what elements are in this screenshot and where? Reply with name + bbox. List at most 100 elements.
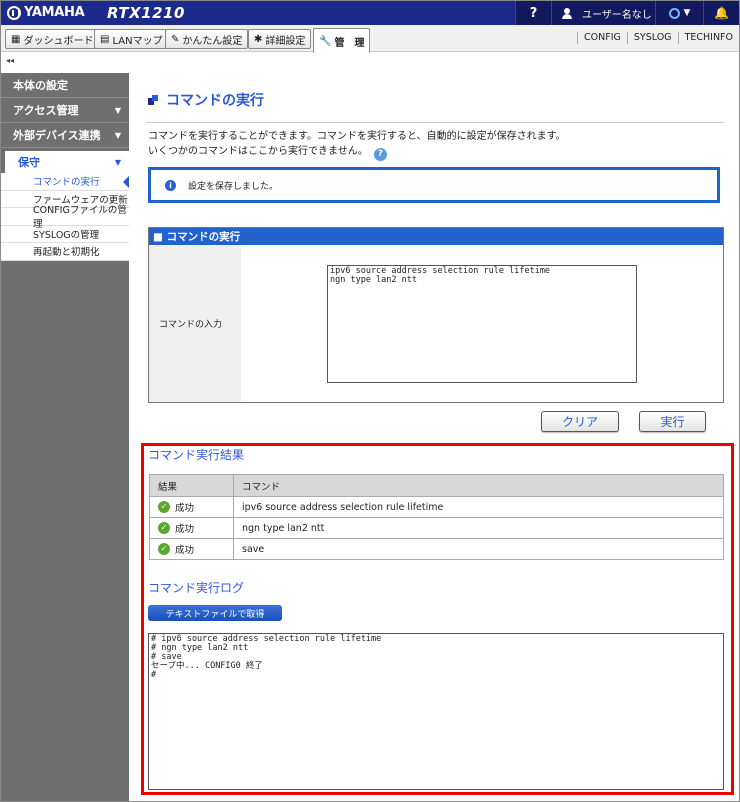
chevron-down-icon: ▼ [114, 158, 121, 167]
sidebar-section-label: アクセス管理 [13, 104, 79, 117]
sidebar-item-syslog[interactable]: SYSLOGの管理 [1, 226, 129, 243]
help-icon: ? [529, 5, 538, 21]
sidebar-item-command-execution[interactable]: コマンドの実行 [1, 173, 129, 191]
result-title: コマンド実行結果 [148, 448, 245, 462]
page-title-text: コマンドの実行 [166, 93, 264, 109]
tab-label: かんたん設定 [182, 35, 243, 47]
wizard-icon: ✎ [171, 33, 180, 45]
table-row: ✓ 成功 ipv6 source address selection rule … [149, 496, 724, 518]
brand-name: YAMAHA [24, 5, 85, 20]
sidebar-item-label: 再起動と初期化 [33, 247, 100, 259]
sidebar-section-external-devices[interactable]: 外部デバイス連携 ▼ [1, 123, 129, 148]
status-text: 成功 [175, 503, 195, 514]
command-panel: ■ コマンドの実行 コマンドの入力 ipv6 source address se… [148, 227, 724, 403]
table-header-row: 結果 コマンド [149, 474, 724, 497]
syslog-link[interactable]: SYSLOG [626, 32, 678, 44]
result-cell: ✓ 成功 [149, 538, 234, 560]
status-badge: ✓ 成功 [158, 500, 194, 514]
wrench-icon: 🔧 [319, 35, 332, 47]
yamaha-logo: YAMAHA [7, 5, 85, 20]
notification-button[interactable]: 🔔 [703, 1, 739, 25]
chevron-down-icon: ▼ [114, 131, 121, 140]
sidebar-section-access[interactable]: アクセス管理 ▼ [1, 98, 129, 123]
save-notice: i 設定を保存しました。 [148, 167, 720, 203]
status-badge: ✓ 成功 [158, 542, 194, 556]
command-input[interactable]: ipv6 source address selection rule lifet… [327, 265, 637, 383]
help-button[interactable]: ? [515, 1, 551, 25]
result-cell: ✓ 成功 [149, 517, 234, 539]
check-icon: ✓ [158, 501, 170, 513]
tab-label: 管 理 [334, 37, 365, 49]
top-right-controls: ? ユーザー名なし ▼ 🔔 [515, 1, 739, 25]
table-row: ✓ 成功 save [149, 538, 724, 560]
sidebar-section-label: 外部デバイス連携 [13, 129, 101, 142]
command-input-label: コマンドの入力 [149, 245, 241, 402]
sidebar-item-config-files[interactable]: CONFIGファイルの管理 [1, 205, 129, 230]
tab-label: LANマップ [112, 35, 163, 47]
model-name: RTX1210 [107, 4, 185, 22]
dashboard-icon: ▦ [11, 33, 21, 45]
yamaha-logo-icon [7, 5, 21, 20]
table-row: ✓ 成功 ngn type lan2 ntt [149, 517, 724, 539]
info-icon: i [165, 179, 176, 191]
status-badge: ✓ 成功 [158, 521, 194, 535]
sidebar-section-label: 本体の設定 [13, 79, 68, 92]
nav-bar: ▦ ダッシュボード ▤ LANマップ ✎ かんたん設定 ✱ 詳細設定 🔧 管 理… [1, 25, 739, 53]
nav-links: CONFIG SYSLOG TECHINFO [577, 25, 739, 51]
lan-map-icon: ▤ [100, 33, 110, 45]
bell-icon: 🔔 [714, 6, 729, 20]
result-column-header: 結果 [149, 474, 234, 497]
tab-management[interactable]: 🔧 管 理 [313, 28, 371, 53]
user-menu[interactable]: ユーザー名なし [551, 1, 655, 25]
tab-label: 詳細設定 [265, 35, 306, 47]
tab-lan-map[interactable]: ▤ LANマップ [94, 29, 169, 49]
chevron-down-icon: ▼ [114, 106, 121, 115]
command-cell: save [233, 538, 724, 560]
sidebar-item-label: コマンドの実行 [33, 177, 100, 189]
techinfo-link[interactable]: TECHINFO [677, 32, 739, 44]
user-icon [562, 7, 572, 19]
sidebar-item-restart-init[interactable]: 再起動と初期化 [1, 243, 129, 261]
description-text: いくつかのコマンドはここから実行できません。 [148, 146, 368, 157]
sidebar-item-label: SYSLOGの管理 [33, 229, 100, 241]
gear-icon: ✱ [254, 33, 263, 45]
title-square-icon [148, 95, 158, 105]
command-cell: ngn type lan2 ntt [233, 517, 724, 539]
sidebar-section-label: 保守 [18, 156, 40, 169]
status-text: 成功 [175, 545, 195, 556]
user-name: ユーザー名なし [582, 9, 652, 21]
log-title: コマンド実行ログ [148, 581, 245, 595]
status-menu[interactable]: ▼ [655, 1, 703, 25]
result-table: 結果 コマンド ✓ 成功 ipv6 source address selecti… [149, 474, 724, 560]
command-column-header: コマンド [233, 474, 724, 497]
check-icon: ✓ [158, 543, 170, 555]
sidebar-section-maintenance[interactable]: 保守 ▼ [1, 148, 129, 173]
command-log[interactable]: # ipv6 source address selection rule lif… [148, 633, 724, 790]
download-text-button[interactable]: テキストファイルで取得 [148, 605, 282, 621]
description-line: コマンドを実行することができます。コマンドを実行すると、自動的に設定が保存されま… [148, 131, 566, 142]
sidebar: 本体の設定 アクセス管理 ▼ 外部デバイス連携 ▼ 保守 ▼ コマンドの実行 フ… [1, 73, 129, 801]
panel-title: ■ コマンドの実行 [149, 228, 723, 245]
title-divider [146, 122, 724, 123]
tab-dashboard[interactable]: ▦ ダッシュボード [5, 29, 100, 49]
sidebar-section-device-settings[interactable]: 本体の設定 [1, 73, 129, 98]
notice-text: 設定を保存しました。 [188, 181, 279, 192]
status-text: 成功 [175, 524, 195, 535]
config-link[interactable]: CONFIG [577, 32, 627, 44]
status-ring-icon [668, 7, 680, 19]
sidebar-submenu: コマンドの実行 ファームウェアの更新 CONFIGファイルの管理 SYSLOGの… [1, 173, 129, 261]
top-bar: YAMAHA RTX1210 ? ユーザー名なし ▼ 🔔 [1, 1, 739, 25]
tab-advanced-settings[interactable]: ✱ 詳細設定 [248, 29, 312, 49]
result-cell: ✓ 成功 [149, 496, 234, 518]
page-description: コマンドを実行することができます。コマンドを実行すると、自動的に設定が保存されま… [148, 129, 566, 161]
page-title: コマンドの実行 [148, 90, 264, 110]
description-line-2: いくつかのコマンドはここから実行できません。 ? [148, 144, 566, 161]
help-icon[interactable]: ? [373, 148, 387, 161]
chevron-down-icon: ▼ [683, 8, 691, 18]
clear-button[interactable]: クリア [541, 411, 619, 432]
run-button[interactable]: 実行 [639, 411, 706, 432]
collapse-sidebar-icon[interactable]: ◂◂ [6, 56, 14, 65]
command-cell: ipv6 source address selection rule lifet… [233, 496, 724, 518]
tab-label: ダッシュボード [23, 35, 94, 47]
tab-easy-setup[interactable]: ✎ かんたん設定 [165, 29, 249, 49]
